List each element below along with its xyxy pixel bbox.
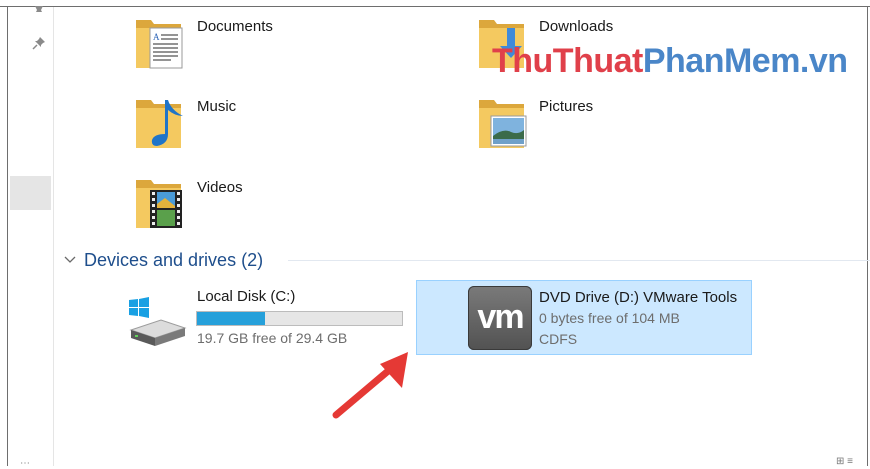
drive-name: DVD Drive (D:) VMware Tools	[539, 289, 738, 306]
navigation-pane-selected-item[interactable]	[10, 176, 51, 210]
drive-usage-bar-fill	[197, 312, 265, 325]
window-top-border	[0, 6, 870, 7]
drive-filesystem: CDFS	[539, 331, 578, 347]
drive-local-disk-c[interactable]: Local Disk (C:) 19.7 GB free of 29.4 GB	[125, 282, 410, 352]
folder-label: Music	[197, 98, 237, 115]
chevron-down-icon[interactable]	[62, 252, 78, 268]
folder-label: Downloads	[539, 18, 614, 35]
svg-text:A: A	[153, 32, 160, 42]
pictures-folder-icon	[478, 94, 528, 152]
navigation-pane	[8, 7, 53, 466]
navigation-pane-divider[interactable]	[53, 7, 54, 466]
drive-usage-bar	[196, 311, 403, 326]
documents-folder-icon: A	[135, 14, 185, 72]
music-folder-icon	[135, 94, 185, 152]
windows-drive-icon	[125, 296, 189, 348]
pin-icon[interactable]	[32, 36, 46, 50]
drive-dvd-d-selected[interactable]: vm DVD Drive (D:) VMware Tools 0 bytes f…	[416, 280, 752, 355]
view-toggle-icon[interactable]: ⊞ ≡	[836, 456, 853, 467]
devices-group-title: Devices and drives (2)	[84, 249, 264, 270]
pin-icon[interactable]	[32, 6, 46, 20]
status-bar-fragment: ⋯	[20, 458, 30, 469]
drive-free-space: 0 bytes free of 104 MB	[539, 310, 680, 326]
devices-group-header[interactable]: Devices and drives (2)	[62, 248, 263, 272]
window-right-border	[867, 6, 868, 466]
drive-name: Local Disk (C:)	[197, 288, 296, 305]
group-divider-line	[288, 260, 870, 261]
drive-free-space: 19.7 GB free of 29.4 GB	[197, 330, 348, 346]
folder-label: Documents	[197, 18, 273, 35]
folder-label: Videos	[197, 179, 243, 196]
red-arrow-annotation	[328, 348, 418, 423]
folder-label: Pictures	[539, 98, 594, 115]
watermark-logo: ThuThuatPhanMem.vn	[492, 42, 848, 80]
vmware-logo-icon: vm	[468, 286, 532, 350]
videos-folder-icon	[135, 174, 185, 232]
